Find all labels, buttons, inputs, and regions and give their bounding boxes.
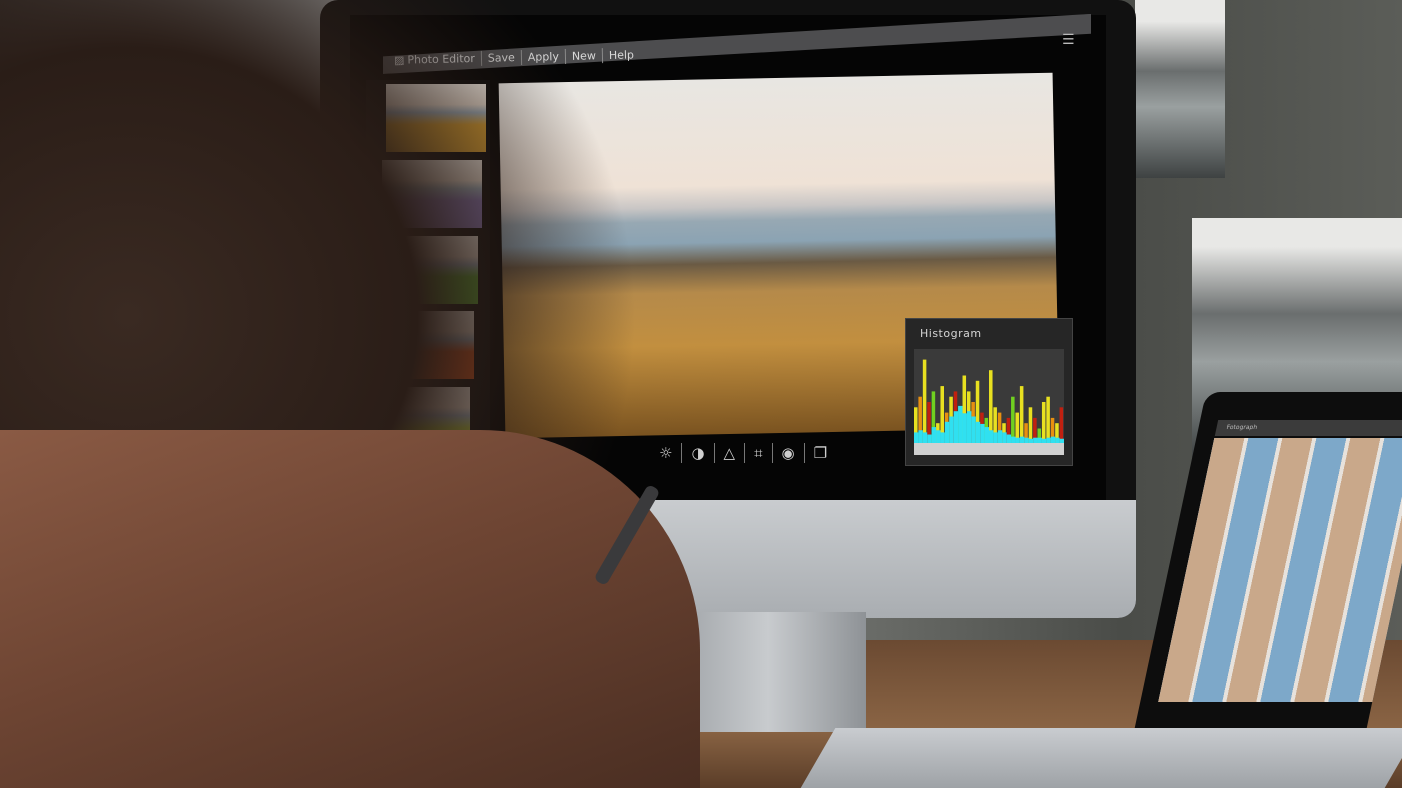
histogram-cyan-bar [1028, 438, 1034, 443]
crop-icon[interactable]: ⌗ [745, 443, 773, 463]
histogram-cyan-bar [931, 427, 937, 443]
histogram-cyan-bar [944, 421, 950, 443]
arm [0, 430, 700, 788]
histogram-panel: Histogram [905, 318, 1073, 466]
histogram-cyan-bar [980, 423, 985, 443]
histogram-cyan-bar [1002, 432, 1007, 443]
histogram-cyan-bar [1046, 437, 1051, 443]
histogram-cyan-bar [993, 432, 998, 443]
histogram-cyan-bar [940, 432, 945, 443]
histogram-cyan-bar [1019, 436, 1025, 443]
histogram-cyan-bar [971, 416, 976, 443]
histogram-cyan-bar [1006, 434, 1012, 443]
copy-icon[interactable]: ❐ [805, 443, 836, 463]
wall-photo-top [1135, 0, 1225, 178]
histogram-cyan-bar [1024, 437, 1029, 443]
histogram-cyan-bar [1011, 436, 1016, 443]
histogram-base [914, 443, 1064, 455]
histogram-title: Histogram [920, 327, 982, 340]
histogram-cyan-bar [922, 432, 928, 443]
sun-icon[interactable]: ☼ [650, 443, 683, 463]
triangle-icon[interactable]: △ [715, 443, 746, 463]
histogram-cyan-bar [949, 416, 954, 443]
histogram-cyan-bar [953, 411, 959, 443]
contrast-icon[interactable]: ◑ [682, 443, 715, 463]
histogram-cyan-bar [1059, 438, 1064, 443]
histogram-cyan-bar [1055, 437, 1060, 443]
histogram-cyan-bar [966, 411, 972, 443]
histogram-cyan-bar [997, 430, 1003, 443]
laptop-photo-grid [1158, 438, 1402, 702]
histogram-cyan-bar [914, 432, 919, 443]
histogram-cyan-bar [975, 421, 981, 443]
eye-icon[interactable]: ◉ [773, 443, 805, 463]
histogram-cyan-bar [918, 430, 923, 443]
laptop-title: Fotograph [1214, 420, 1402, 436]
histogram-cyan-bar [989, 430, 994, 443]
laptop-keyboard [800, 728, 1402, 788]
laptop: Fotograph [1133, 392, 1402, 732]
histogram-cyan-bar [927, 434, 932, 443]
histogram-cyan-bar [1050, 436, 1056, 443]
histogram-cyan-bar [1033, 437, 1038, 443]
histogram-chart [914, 349, 1064, 455]
histogram-cyan-bar [1041, 438, 1047, 443]
histogram-cyan-bar [962, 413, 967, 443]
histogram-cyan-bar [1037, 437, 1042, 443]
histogram-cyan-bar [984, 427, 989, 443]
menu-icon[interactable]: ☰ [1062, 32, 1082, 48]
histogram-cyan-bar [936, 430, 941, 443]
edit-toolbar: ☼ ◑ △ ⌗ ◉ ❐ [650, 443, 836, 463]
histogram-cyan-bar [958, 405, 963, 443]
histogram-cyan-bar [1015, 437, 1020, 443]
